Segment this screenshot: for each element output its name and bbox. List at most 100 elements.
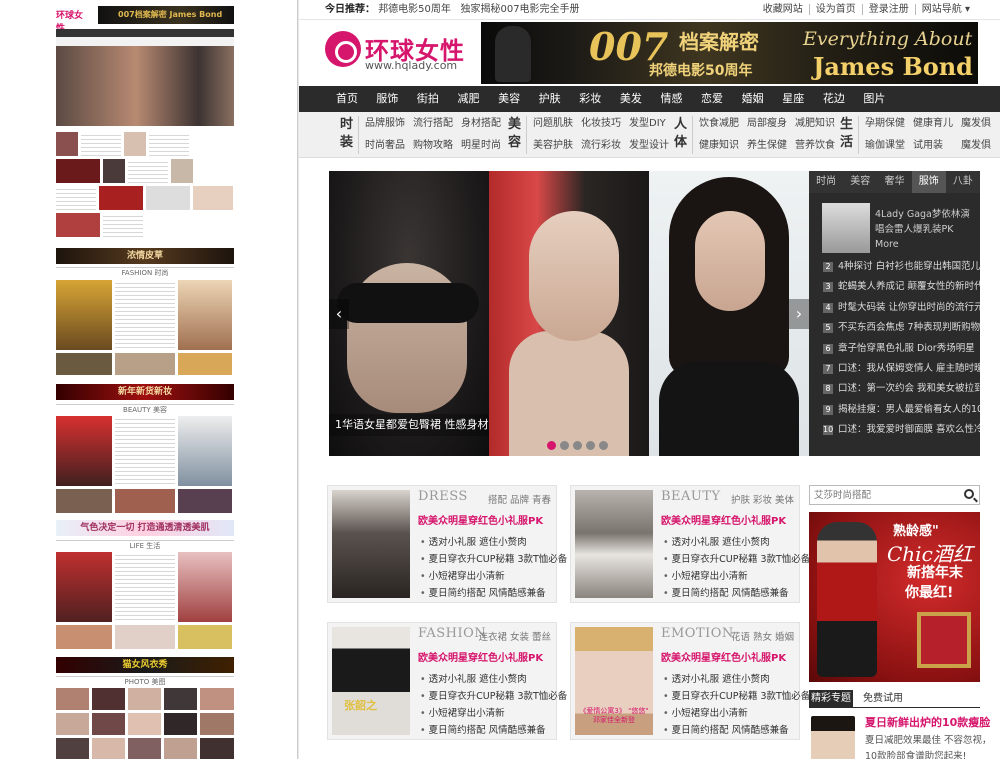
search-input[interactable] — [810, 486, 950, 504]
list-item[interactable]: 2 4种探讨 白衬衫也能穿出韩国范儿 — [823, 257, 980, 277]
subnav-link[interactable]: 身材搭配 — [461, 117, 501, 133]
slider-prev-arrow-icon[interactable]: ‹ — [329, 299, 349, 329]
subnav-link[interactable]: 局部瘦身 — [747, 117, 787, 133]
list-item[interactable]: 3 蛇蝎美人养成记 颠覆女性的新时代范 — [823, 277, 980, 297]
list-item[interactable]: 6 章子怡穿黑色礼服 Dior秀场明星 — [823, 339, 980, 359]
list-item[interactable]: 夏日简约搭配 风情酷感兼备 — [663, 722, 810, 739]
subnav-link[interactable]: 孕期保健 — [865, 117, 905, 133]
nav-marriage[interactable]: 婚姻 — [732, 86, 773, 112]
card-beauty-photo[interactable] — [575, 490, 653, 598]
slider-dot[interactable] — [560, 441, 569, 450]
card-emotion-title[interactable]: 欧美众明星穿红色小礼服PK — [661, 649, 786, 664]
subnav-link[interactable]: 营养饮食 — [795, 139, 835, 155]
nav-makeup[interactable]: 彩妆 — [570, 86, 611, 112]
subnav-link[interactable]: 试用装 — [913, 139, 953, 155]
list-item[interactable]: 小短裙穿出小清新 — [663, 705, 810, 722]
list-item[interactable]: 透对小礼服 遮住小赘肉 — [663, 671, 810, 688]
nav-beauty[interactable]: 美容 — [489, 86, 530, 112]
subnav-link[interactable]: 美容护肤 — [533, 139, 573, 155]
nav-home[interactable]: 首页 — [327, 86, 367, 112]
list-item[interactable]: 夏日穿衣升CUP秘籍 3款T恤必备 — [420, 688, 568, 705]
card-dress-title[interactable]: 欧美众明星穿红色小礼服PK — [418, 512, 543, 527]
subnav-link[interactable]: 发型DIY — [629, 117, 669, 133]
tab-luxury[interactable]: 奢华 — [877, 171, 911, 193]
list-item[interactable]: 透对小礼服 遮住小赘肉 — [663, 534, 810, 551]
list-item[interactable]: 小短裙穿出小清新 — [420, 705, 567, 722]
subnav-link[interactable]: 健康育儿 — [913, 117, 953, 133]
ranking-more-link[interactable]: More — [875, 237, 975, 252]
subnav-link[interactable]: 发型设计 — [629, 139, 669, 155]
today-item-1[interactable]: 邦德电影50周年 — [378, 4, 451, 15]
subnav-link[interactable]: 瑜伽课堂 — [865, 139, 905, 155]
list-item[interactable]: 夏日简约搭配 风情酷感兼备 — [663, 585, 810, 602]
subnav-link[interactable]: 健康知识 — [699, 139, 739, 155]
james-bond-banner-ad[interactable]: 007 档案解密 邦德电影50周年 Everything About James… — [481, 22, 978, 84]
list-item[interactable]: 9揭秘挂瘦：男人最爱偷看女人的10个部位 — [823, 400, 980, 420]
nav-love[interactable]: 恋爱 — [692, 86, 733, 112]
list-item[interactable]: 7 口述：我从保姆变情人 雇主随时暧昧 — [823, 359, 980, 379]
subnav-link[interactable]: 时尚奢品 — [365, 139, 405, 155]
chic-wine-red-ad[interactable]: 熟龄感" Chic酒红 新搭年末 你最红! — [809, 512, 980, 682]
subnav-link[interactable]: 养生保健 — [747, 139, 787, 155]
tab-free-trial[interactable]: 免费试用 — [853, 690, 913, 707]
subnav-link[interactable]: 问题肌肤 — [533, 117, 573, 133]
card-emotion-tags[interactable]: 花语 熟女 婚姻 — [731, 629, 794, 643]
tab-gossip[interactable]: 八卦 — [946, 171, 980, 193]
slider-dot[interactable] — [586, 441, 595, 450]
slider-next-arrow-icon[interactable]: › — [789, 299, 809, 329]
card-fashion-title[interactable]: 欧美众明星穿红色小礼服PK — [418, 649, 543, 664]
card-emotion-photo[interactable]: 《爱情公寓3》 "悠悠" 邓家佳全新登 — [575, 627, 653, 735]
bookmark-link[interactable]: 收藏网站 — [757, 4, 809, 15]
today-item-2[interactable]: 独家揭秘007电影完全手册 — [460, 4, 579, 15]
list-item[interactable]: 小短裙穿出小清新 — [663, 568, 810, 585]
card-fashion-tags[interactable]: 连衣裙 女装 蕾丝 — [478, 629, 551, 643]
list-item[interactable]: 透对小礼服 遮住小赘肉 — [420, 671, 567, 688]
slider-dot[interactable] — [573, 441, 582, 450]
list-item[interactable]: 8口述：第一次约会 我和美女被拉到酒吧 — [823, 379, 980, 399]
list-item[interactable]: 夏日简约搭配 风情酷感兼备 — [420, 722, 567, 739]
side-feature[interactable]: 夏日新鲜出炉的10款瘦脸 夏日减肥效果最佳 不容忽视， 10款脸部食谱助您起来! — [809, 714, 999, 759]
site-logo[interactable]: 环球女性 www.hqlady.com — [325, 31, 465, 75]
subnav-link[interactable]: 流行搭配 — [413, 117, 453, 133]
list-item[interactable]: 夏日穿衣升CUP秘籍 3款T恤必备 — [663, 688, 811, 705]
nav-pictures[interactable]: 图片 — [854, 86, 895, 112]
list-item[interactable]: 10 口述：我爱爱时御面膜 喜欢么性冷淡 — [823, 420, 980, 440]
list-item[interactable]: 夏日穿衣升CUP秘籍 3款T恤必备 — [420, 551, 568, 568]
subnav-link[interactable]: 明星时尚 — [461, 139, 501, 155]
side-feature-title[interactable]: 夏日新鲜出炉的10款瘦脸 — [865, 714, 990, 730]
nav-hair[interactable]: 美发 — [611, 86, 652, 112]
list-item[interactable]: 4 时髦大码装 让你穿出时尚的流行元素 — [823, 298, 980, 318]
card-beauty-title[interactable]: 欧美众明星穿红色小礼服PK — [661, 512, 786, 527]
list-item[interactable]: 小短裙穿出小清新 — [420, 568, 567, 585]
slider-dot[interactable] — [547, 441, 556, 450]
subnav-link[interactable]: 魔发俱 — [961, 117, 991, 133]
nav-diet[interactable]: 减肥 — [448, 86, 489, 112]
nav-emotion[interactable]: 情感 — [651, 86, 692, 112]
subnav-link[interactable]: 购物攻略 — [413, 139, 453, 155]
slider-caption[interactable]: 1华语女星都爱包臀裙 性感身材大PK — [329, 414, 489, 436]
login-register-link[interactable]: 登录注册 — [861, 4, 915, 15]
hero-slider[interactable]: 1华语女星都爱包臀裙 性感身材大PK ‹ › — [329, 171, 809, 456]
list-item[interactable]: 夏日穿衣升CUP秘籍 3款T恤必备 — [663, 551, 811, 568]
nav-street[interactable]: 街拍 — [408, 86, 449, 112]
search-icon[interactable] — [964, 489, 974, 499]
card-fashion-photo[interactable]: 张韶之 — [332, 627, 410, 735]
nav-clothing[interactable]: 服饰 — [367, 86, 408, 112]
list-item[interactable]: 5 不买东西会焦虑 7种表现判断购物狂 — [823, 318, 980, 338]
subnav-link[interactable]: 魔发俱 — [961, 139, 991, 155]
subnav-link[interactable]: 流行彩妆 — [581, 139, 621, 155]
subnav-link[interactable]: 饮食减肥 — [699, 117, 739, 133]
tab-clothing[interactable]: 服饰 — [911, 171, 946, 193]
subnav-link[interactable]: 减肥知识 — [795, 117, 835, 133]
slider-dot[interactable] — [599, 441, 608, 450]
card-dress-tags[interactable]: 搭配 品牌 青春 — [488, 492, 551, 506]
tab-beauty[interactable]: 美容 — [843, 171, 877, 193]
nav-gossip[interactable]: 花边 — [814, 86, 855, 112]
ranking-feature[interactable]: 4Lady Gaga梦依林演唱会雷人爆乳装PK More — [809, 193, 980, 257]
site-nav-dropdown[interactable]: 网站导航 ▾ — [914, 4, 976, 15]
tab-fashion[interactable]: 时尚 — [809, 171, 843, 193]
subnav-link[interactable]: 化妆技巧 — [581, 117, 621, 133]
nav-astrology[interactable]: 星座 — [773, 86, 814, 112]
nav-skincare[interactable]: 护肤 — [529, 86, 570, 112]
list-item[interactable]: 夏日简约搭配 风情酷感兼备 — [420, 585, 567, 602]
